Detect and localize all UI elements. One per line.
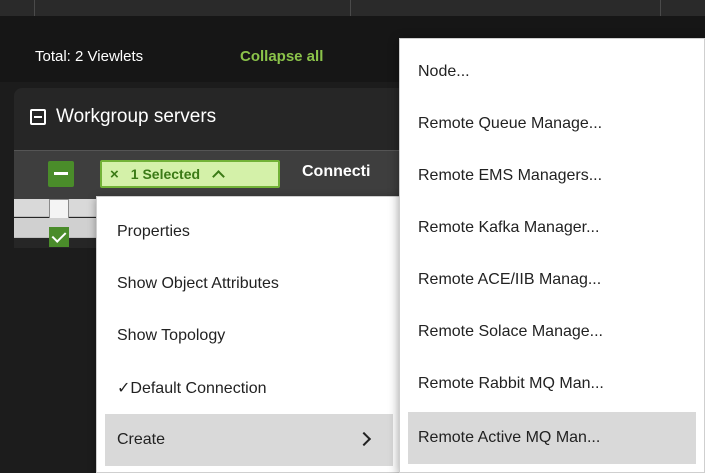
menu-item-label: Create (117, 431, 166, 448)
context-menu: Properties Show Object Attributes Show T… (96, 196, 406, 473)
total-viewlets-label: Total: 2 Viewlets (35, 48, 144, 65)
submenu-item-label: Remote EMS Managers... (418, 167, 603, 184)
menu-item-label: ✓Default Connection (117, 380, 267, 397)
selection-chip[interactable]: × 1 Selected (100, 160, 280, 188)
clear-selection-icon[interactable]: × (110, 166, 119, 183)
column-divider (34, 0, 35, 16)
submenu-item-remote-ems-managers[interactable]: Remote EMS Managers... (408, 150, 696, 202)
submenu-item-label: Remote Kafka Manager... (418, 219, 600, 236)
collapse-square-icon[interactable] (30, 109, 46, 125)
panel-header: Workgroup servers (30, 106, 216, 128)
menu-item-default-connection[interactable]: ✓Default Connection (105, 362, 393, 414)
menu-item-label: Show Topology (117, 327, 226, 344)
submenu-item-label: Remote Rabbit MQ Man... (418, 375, 604, 392)
submenu-item-remote-solace-manager[interactable]: Remote Solace Manage... (408, 306, 696, 358)
menu-item-show-topology[interactable]: Show Topology (105, 310, 393, 362)
menu-item-label: Show Object Attributes (117, 275, 279, 292)
menu-item-label: Properties (117, 223, 190, 240)
submenu-item-label: Remote ACE/IIB Manag... (418, 271, 602, 288)
top-strip (0, 0, 705, 17)
submenu-item-node[interactable]: Node... (408, 46, 696, 98)
submenu-item-remote-rabbit-mq-manager[interactable]: Remote Rabbit MQ Man... (408, 358, 696, 410)
menu-item-show-object-attributes[interactable]: Show Object Attributes (105, 258, 393, 310)
submenu-item-label: Node... (418, 63, 470, 80)
submenu-item-label: Remote Solace Manage... (418, 323, 603, 340)
collapse-all-link[interactable]: Collapse all (240, 48, 323, 65)
row-checkbox[interactable] (49, 199, 69, 219)
chevron-up-icon[interactable] (212, 170, 225, 183)
select-all-checkbox[interactable] (48, 161, 74, 187)
chevron-right-icon (356, 431, 372, 447)
row-checkbox-checked[interactable] (49, 227, 69, 247)
menu-item-properties[interactable]: Properties (105, 206, 393, 258)
submenu-item-label: Remote Queue Manage... (418, 115, 603, 132)
column-divider (660, 0, 661, 16)
submenu-item-remote-ace-iib-manager[interactable]: Remote ACE/IIB Manag... (408, 254, 696, 306)
submenu-item-remote-active-mq-manager[interactable]: Remote Active MQ Man... (408, 412, 696, 464)
column-divider (350, 0, 351, 16)
submenu-item-remote-kafka-manager[interactable]: Remote Kafka Manager... (408, 202, 696, 254)
column-header-connection[interactable]: Connecti (302, 163, 370, 181)
panel-title: Workgroup servers (56, 106, 217, 127)
selected-count-label: 1 Selected (130, 166, 201, 182)
menu-item-create[interactable]: Create (105, 414, 393, 466)
submenu-item-remote-queue-manager[interactable]: Remote Queue Manage... (408, 98, 696, 150)
create-submenu: Node... Remote Queue Manage... Remote EM… (399, 38, 705, 473)
submenu-item-label: Remote Active MQ Man... (418, 429, 601, 446)
